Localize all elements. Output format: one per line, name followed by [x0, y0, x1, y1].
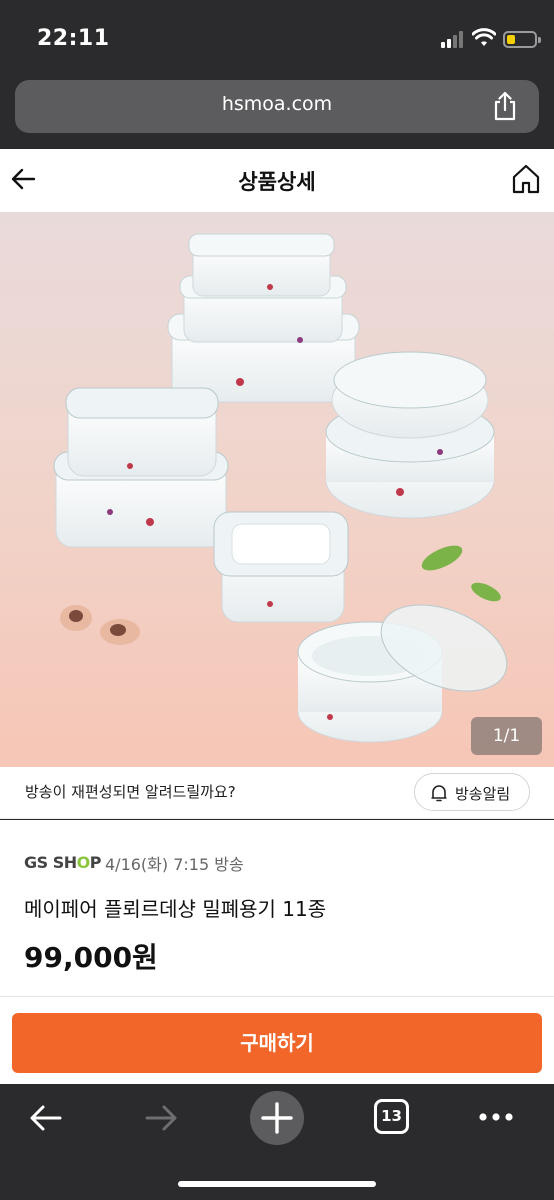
broadcast-time: 4/16(화) 7:15 방송 [105, 855, 244, 874]
app-header: 상품상세 [0, 149, 554, 212]
new-tab-icon[interactable] [249, 1090, 305, 1146]
status-bar: 22:11 [0, 0, 554, 78]
home-indicator [178, 1181, 376, 1187]
bell-icon [431, 785, 447, 802]
broadcast-notify-row: 방송이 재편성되면 알려드릴까요? 방송알림 [0, 767, 554, 819]
home-icon[interactable] [510, 163, 542, 195]
share-icon[interactable] [491, 91, 519, 121]
signal-icon [441, 31, 467, 48]
product-name: 메이페어 플뢰르데샹 밀폐용기 11종 [24, 897, 327, 921]
back-icon[interactable] [28, 1100, 64, 1136]
product-image[interactable]: 1/1 [0, 212, 554, 767]
buy-button[interactable]: 구매하기 [12, 1013, 542, 1073]
tabs-button[interactable]: 13 [374, 1099, 409, 1134]
wifi-icon [472, 28, 496, 46]
broadcast-alert-label: 방송알림 [455, 785, 511, 803]
notify-question: 방송이 재편성되면 알려드릴까요? [25, 783, 236, 801]
page-title: 상품상세 [238, 170, 316, 194]
broadcast-alert-button[interactable]: 방송알림 [414, 773, 530, 811]
more-icon[interactable] [478, 1112, 514, 1122]
image-pager: 1/1 [471, 717, 542, 755]
product-info: GS SHOP 4/16(화) 7:15 방송 메이페어 플뢰르데샹 밀폐용기 … [0, 820, 554, 996]
gs-shop-logo: GS SHOP [24, 853, 101, 872]
product-price: 99,000원 [24, 941, 158, 974]
address-bar[interactable]: hsmoa.com [15, 80, 539, 133]
battery-icon [503, 31, 541, 48]
product-photo-illustration [53, 233, 508, 743]
forward-icon[interactable] [143, 1100, 179, 1136]
url-text[interactable]: hsmoa.com [15, 93, 539, 115]
status-time: 22:11 [37, 26, 110, 51]
